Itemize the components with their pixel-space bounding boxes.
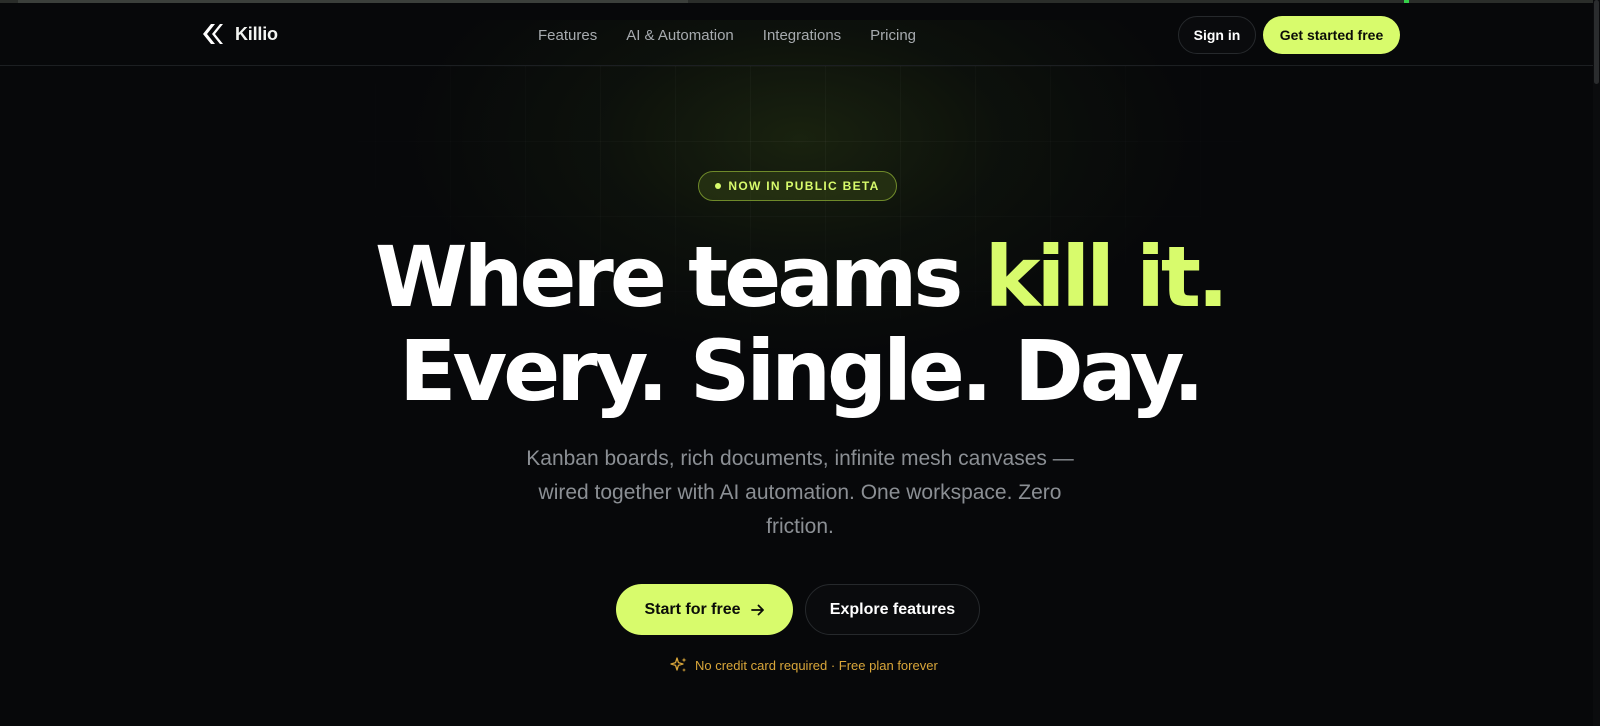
start-button-label: Start for free [644, 600, 741, 618]
headline-line2: Every. Single. Day. [399, 322, 1205, 420]
status-dot-icon [715, 183, 722, 189]
landing-page: Killio Features AI & Automation Integrat… [0, 0, 1600, 726]
hero-headline: Where teams kill it. Every. Single. Day. [0, 230, 1600, 418]
nav-item-ai-automation[interactable]: AI & Automation [626, 27, 734, 44]
explore-features-button[interactable]: Explore features [805, 584, 980, 635]
no-credit-card-note: No credit card required · Free plan fore… [670, 656, 938, 674]
public-beta-badge: NOW IN PUBLIC BETA [698, 171, 897, 201]
killio-chevrons-logo-icon [203, 24, 223, 44]
headline-accent: kill it. [984, 228, 1229, 326]
scrollbar-thumb[interactable] [1594, 0, 1599, 84]
nav-item-pricing[interactable]: Pricing [870, 27, 916, 44]
main-nav: Features AI & Automation Integrations Pr… [538, 27, 945, 44]
badge-label: NOW IN PUBLIC BETA [728, 179, 880, 193]
get-started-button[interactable]: Get started free [1263, 16, 1400, 54]
site-header: Killio Features AI & Automation Integrat… [0, 3, 1593, 66]
sign-in-button[interactable]: Sign in [1178, 16, 1256, 54]
hero-subtitle: Kanban boards, rich documents, infinite … [526, 447, 1074, 538]
headline-line1: Where teams [375, 228, 985, 326]
brand-logo[interactable]: Killio [200, 23, 278, 45]
nav-item-integrations[interactable]: Integrations [763, 27, 841, 44]
arrow-right-icon [750, 604, 764, 615]
note-text: No credit card required · Free plan fore… [695, 657, 938, 673]
sparkles-icon [670, 657, 687, 672]
brand-name: Killio [235, 23, 278, 44]
start-for-free-button[interactable]: Start for free [616, 584, 793, 635]
nav-item-features[interactable]: Features [538, 27, 597, 44]
page-scrollbar[interactable] [1593, 0, 1600, 726]
